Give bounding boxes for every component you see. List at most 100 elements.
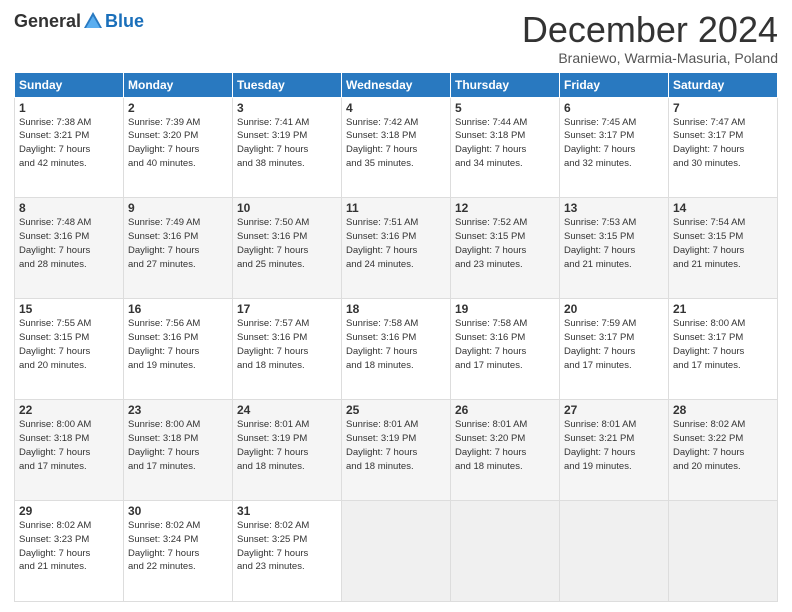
calendar-cell: 19Sunrise: 7:58 AMSunset: 3:16 PMDayligh… bbox=[451, 299, 560, 400]
calendar-header-tuesday: Tuesday bbox=[233, 72, 342, 97]
day-number: 31 bbox=[237, 504, 337, 518]
calendar-cell: 9Sunrise: 7:49 AMSunset: 3:16 PMDaylight… bbox=[124, 198, 233, 299]
day-info: Sunrise: 7:48 AMSunset: 3:16 PMDaylight:… bbox=[19, 216, 119, 271]
day-number: 30 bbox=[128, 504, 228, 518]
day-info: Sunrise: 7:56 AMSunset: 3:16 PMDaylight:… bbox=[128, 317, 228, 372]
day-number: 7 bbox=[673, 101, 773, 115]
day-number: 9 bbox=[128, 201, 228, 215]
day-info: Sunrise: 7:50 AMSunset: 3:16 PMDaylight:… bbox=[237, 216, 337, 271]
day-number: 13 bbox=[564, 201, 664, 215]
day-number: 29 bbox=[19, 504, 119, 518]
day-info: Sunrise: 8:00 AMSunset: 3:17 PMDaylight:… bbox=[673, 317, 773, 372]
calendar-body: 1Sunrise: 7:38 AMSunset: 3:21 PMDaylight… bbox=[15, 97, 778, 601]
day-info: Sunrise: 7:52 AMSunset: 3:15 PMDaylight:… bbox=[455, 216, 555, 271]
calendar-cell: 4Sunrise: 7:42 AMSunset: 3:18 PMDaylight… bbox=[342, 97, 451, 198]
day-info: Sunrise: 7:59 AMSunset: 3:17 PMDaylight:… bbox=[564, 317, 664, 372]
calendar-cell: 11Sunrise: 7:51 AMSunset: 3:16 PMDayligh… bbox=[342, 198, 451, 299]
day-number: 22 bbox=[19, 403, 119, 417]
day-number: 16 bbox=[128, 302, 228, 316]
calendar-cell: 26Sunrise: 8:01 AMSunset: 3:20 PMDayligh… bbox=[451, 400, 560, 501]
calendar-cell bbox=[560, 501, 669, 602]
day-number: 21 bbox=[673, 302, 773, 316]
calendar-cell: 30Sunrise: 8:02 AMSunset: 3:24 PMDayligh… bbox=[124, 501, 233, 602]
day-info: Sunrise: 7:45 AMSunset: 3:17 PMDaylight:… bbox=[564, 116, 664, 171]
calendar-cell: 31Sunrise: 8:02 AMSunset: 3:25 PMDayligh… bbox=[233, 501, 342, 602]
calendar-week-row: 22Sunrise: 8:00 AMSunset: 3:18 PMDayligh… bbox=[15, 400, 778, 501]
calendar-cell: 3Sunrise: 7:41 AMSunset: 3:19 PMDaylight… bbox=[233, 97, 342, 198]
day-number: 8 bbox=[19, 201, 119, 215]
day-number: 15 bbox=[19, 302, 119, 316]
day-info: Sunrise: 8:01 AMSunset: 3:21 PMDaylight:… bbox=[564, 418, 664, 473]
day-number: 27 bbox=[564, 403, 664, 417]
day-info: Sunrise: 7:44 AMSunset: 3:18 PMDaylight:… bbox=[455, 116, 555, 171]
calendar-cell: 6Sunrise: 7:45 AMSunset: 3:17 PMDaylight… bbox=[560, 97, 669, 198]
month-title: December 2024 bbox=[522, 10, 778, 50]
calendar-cell: 1Sunrise: 7:38 AMSunset: 3:21 PMDaylight… bbox=[15, 97, 124, 198]
calendar-cell: 5Sunrise: 7:44 AMSunset: 3:18 PMDaylight… bbox=[451, 97, 560, 198]
calendar-cell: 7Sunrise: 7:47 AMSunset: 3:17 PMDaylight… bbox=[669, 97, 778, 198]
calendar-header-thursday: Thursday bbox=[451, 72, 560, 97]
calendar-cell: 8Sunrise: 7:48 AMSunset: 3:16 PMDaylight… bbox=[15, 198, 124, 299]
calendar-header-saturday: Saturday bbox=[669, 72, 778, 97]
day-info: Sunrise: 7:42 AMSunset: 3:18 PMDaylight:… bbox=[346, 116, 446, 171]
day-number: 5 bbox=[455, 101, 555, 115]
calendar-cell: 14Sunrise: 7:54 AMSunset: 3:15 PMDayligh… bbox=[669, 198, 778, 299]
day-info: Sunrise: 7:51 AMSunset: 3:16 PMDaylight:… bbox=[346, 216, 446, 271]
logo-blue-text: Blue bbox=[105, 11, 144, 32]
location: Braniewo, Warmia-Masuria, Poland bbox=[522, 50, 778, 66]
day-number: 6 bbox=[564, 101, 664, 115]
day-number: 10 bbox=[237, 201, 337, 215]
calendar-cell: 29Sunrise: 8:02 AMSunset: 3:23 PMDayligh… bbox=[15, 501, 124, 602]
calendar: SundayMondayTuesdayWednesdayThursdayFrid… bbox=[14, 72, 778, 602]
page: General Blue December 2024 Braniewo, War… bbox=[0, 0, 792, 612]
day-info: Sunrise: 8:01 AMSunset: 3:20 PMDaylight:… bbox=[455, 418, 555, 473]
calendar-cell: 2Sunrise: 7:39 AMSunset: 3:20 PMDaylight… bbox=[124, 97, 233, 198]
calendar-cell: 17Sunrise: 7:57 AMSunset: 3:16 PMDayligh… bbox=[233, 299, 342, 400]
calendar-week-row: 8Sunrise: 7:48 AMSunset: 3:16 PMDaylight… bbox=[15, 198, 778, 299]
calendar-cell: 13Sunrise: 7:53 AMSunset: 3:15 PMDayligh… bbox=[560, 198, 669, 299]
day-number: 28 bbox=[673, 403, 773, 417]
calendar-cell bbox=[669, 501, 778, 602]
day-info: Sunrise: 7:41 AMSunset: 3:19 PMDaylight:… bbox=[237, 116, 337, 171]
header: General Blue December 2024 Braniewo, War… bbox=[14, 10, 778, 66]
day-number: 2 bbox=[128, 101, 228, 115]
day-number: 23 bbox=[128, 403, 228, 417]
day-info: Sunrise: 8:02 AMSunset: 3:25 PMDaylight:… bbox=[237, 519, 337, 574]
day-info: Sunrise: 7:38 AMSunset: 3:21 PMDaylight:… bbox=[19, 116, 119, 171]
day-info: Sunrise: 8:01 AMSunset: 3:19 PMDaylight:… bbox=[346, 418, 446, 473]
calendar-cell: 16Sunrise: 7:56 AMSunset: 3:16 PMDayligh… bbox=[124, 299, 233, 400]
calendar-cell bbox=[451, 501, 560, 602]
logo: General Blue bbox=[14, 10, 144, 32]
calendar-cell: 21Sunrise: 8:00 AMSunset: 3:17 PMDayligh… bbox=[669, 299, 778, 400]
day-number: 20 bbox=[564, 302, 664, 316]
day-info: Sunrise: 8:00 AMSunset: 3:18 PMDaylight:… bbox=[128, 418, 228, 473]
calendar-cell: 25Sunrise: 8:01 AMSunset: 3:19 PMDayligh… bbox=[342, 400, 451, 501]
calendar-header-sunday: Sunday bbox=[15, 72, 124, 97]
day-info: Sunrise: 8:00 AMSunset: 3:18 PMDaylight:… bbox=[19, 418, 119, 473]
calendar-cell: 20Sunrise: 7:59 AMSunset: 3:17 PMDayligh… bbox=[560, 299, 669, 400]
calendar-cell bbox=[342, 501, 451, 602]
day-info: Sunrise: 8:02 AMSunset: 3:24 PMDaylight:… bbox=[128, 519, 228, 574]
day-info: Sunrise: 8:01 AMSunset: 3:19 PMDaylight:… bbox=[237, 418, 337, 473]
calendar-header-wednesday: Wednesday bbox=[342, 72, 451, 97]
day-number: 3 bbox=[237, 101, 337, 115]
calendar-cell: 10Sunrise: 7:50 AMSunset: 3:16 PMDayligh… bbox=[233, 198, 342, 299]
calendar-week-row: 15Sunrise: 7:55 AMSunset: 3:15 PMDayligh… bbox=[15, 299, 778, 400]
day-info: Sunrise: 7:49 AMSunset: 3:16 PMDaylight:… bbox=[128, 216, 228, 271]
calendar-cell: 24Sunrise: 8:01 AMSunset: 3:19 PMDayligh… bbox=[233, 400, 342, 501]
day-number: 24 bbox=[237, 403, 337, 417]
day-info: Sunrise: 7:58 AMSunset: 3:16 PMDaylight:… bbox=[455, 317, 555, 372]
day-number: 17 bbox=[237, 302, 337, 316]
day-number: 19 bbox=[455, 302, 555, 316]
day-number: 1 bbox=[19, 101, 119, 115]
calendar-cell: 15Sunrise: 7:55 AMSunset: 3:15 PMDayligh… bbox=[15, 299, 124, 400]
day-number: 11 bbox=[346, 201, 446, 215]
calendar-cell: 27Sunrise: 8:01 AMSunset: 3:21 PMDayligh… bbox=[560, 400, 669, 501]
day-info: Sunrise: 8:02 AMSunset: 3:22 PMDaylight:… bbox=[673, 418, 773, 473]
calendar-cell: 18Sunrise: 7:58 AMSunset: 3:16 PMDayligh… bbox=[342, 299, 451, 400]
calendar-cell: 23Sunrise: 8:00 AMSunset: 3:18 PMDayligh… bbox=[124, 400, 233, 501]
calendar-cell: 22Sunrise: 8:00 AMSunset: 3:18 PMDayligh… bbox=[15, 400, 124, 501]
day-info: Sunrise: 7:53 AMSunset: 3:15 PMDaylight:… bbox=[564, 216, 664, 271]
calendar-cell: 12Sunrise: 7:52 AMSunset: 3:15 PMDayligh… bbox=[451, 198, 560, 299]
logo-icon bbox=[82, 10, 104, 32]
